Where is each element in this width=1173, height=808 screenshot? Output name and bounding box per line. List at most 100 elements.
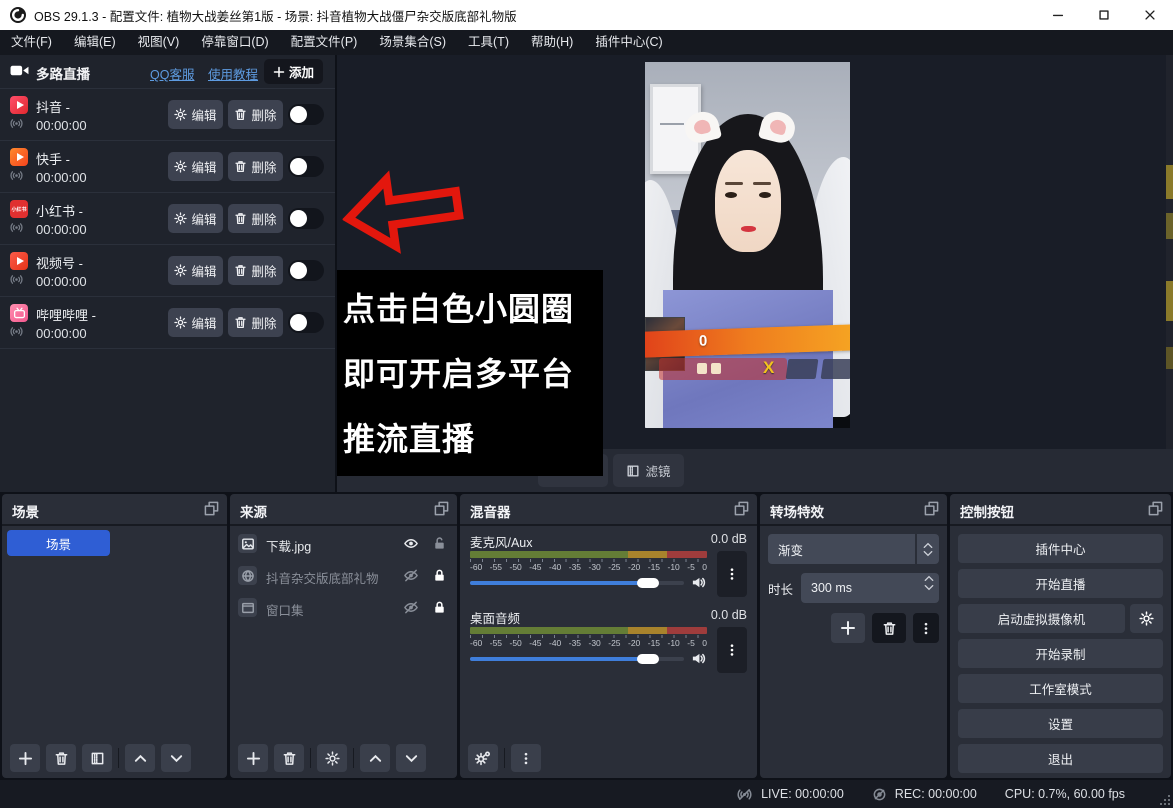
volume-slider[interactable] — [470, 581, 684, 585]
transition-select[interactable]: 渐变 — [768, 534, 915, 564]
mixer-menu-button[interactable] — [511, 744, 541, 772]
stream-toggle[interactable] — [288, 208, 324, 229]
settings-button[interactable]: 设置 — [958, 709, 1163, 738]
move-source-down-button[interactable] — [396, 744, 426, 772]
remove-transition-button[interactable] — [872, 613, 906, 643]
exit-button[interactable]: 退出 — [958, 744, 1163, 773]
popup-dock-icon[interactable] — [434, 501, 449, 516]
close-button[interactable] — [1127, 0, 1173, 30]
menu-edit[interactable]: 编辑(E) — [63, 30, 127, 55]
speaker-icon[interactable] — [690, 651, 707, 666]
popup-dock-icon[interactable] — [924, 501, 939, 516]
unlock-icon[interactable] — [432, 536, 447, 551]
chevron-up-icon[interactable] — [924, 575, 934, 582]
move-scene-up-button[interactable] — [125, 744, 155, 772]
volume-slider[interactable] — [470, 657, 684, 661]
remove-source-button[interactable] — [274, 744, 304, 772]
scene-item-selected[interactable]: 场景 — [7, 530, 110, 556]
lock-icon[interactable] — [432, 600, 447, 615]
visibility-eye-off-icon[interactable] — [403, 568, 419, 583]
add-source-button[interactable] — [238, 744, 268, 772]
popup-dock-icon[interactable] — [204, 501, 219, 516]
edit-button[interactable]: 编辑 — [168, 100, 223, 129]
menu-plugin-center[interactable]: 插件中心(C) — [584, 30, 673, 55]
source-row-window[interactable]: 窗口集 — [230, 594, 457, 622]
live-status: LIVE: 00:00:00 — [761, 787, 844, 801]
rec-inactive-icon — [872, 787, 887, 802]
channel-menu-button[interactable] — [717, 551, 747, 597]
minimize-button[interactable] — [1035, 0, 1081, 30]
move-scene-down-button[interactable] — [161, 744, 191, 772]
status-bar: LIVE: 00:00:00 REC: 00:00:00 CPU: 0.7%, … — [0, 780, 1173, 808]
edit-button[interactable]: 编辑 — [168, 308, 223, 337]
stream-toggle[interactable] — [288, 104, 324, 125]
plugin-center-button[interactable]: 插件中心 — [958, 534, 1163, 563]
edit-button[interactable]: 编辑 — [168, 204, 223, 233]
annotation-box: 点击白色小圆圈 即可开启多平台 推流直播 — [337, 270, 603, 476]
edit-button[interactable]: 编辑 — [168, 152, 223, 181]
delete-button[interactable]: 删除 — [228, 100, 283, 129]
remove-scene-button[interactable] — [46, 744, 76, 772]
stream-toggle[interactable] — [288, 260, 324, 281]
start-recording-button[interactable]: 开始录制 — [958, 639, 1163, 668]
platform-name: 视频号 - — [36, 253, 83, 272]
plus-icon — [246, 751, 261, 766]
menu-help[interactable]: 帮助(H) — [520, 30, 584, 55]
add-transition-button[interactable] — [831, 613, 865, 643]
start-streaming-button[interactable]: 开始直播 — [958, 569, 1163, 598]
lock-icon[interactable] — [432, 568, 447, 583]
popup-dock-icon[interactable] — [1148, 501, 1163, 516]
trash-icon — [234, 160, 247, 173]
meter-scale: -60-55-50-45-40-35-30-25-20-15-10-50 — [470, 638, 707, 648]
toggle-knob — [290, 158, 307, 175]
add-platform-button[interactable]: 添加 — [264, 59, 323, 84]
speaker-icon[interactable] — [690, 575, 707, 590]
source-row-browser[interactable]: 抖音杂交版底部礼物 — [230, 562, 457, 590]
delete-button[interactable]: 删除 — [228, 152, 283, 181]
dots-vertical-icon — [519, 751, 533, 766]
duration-input[interactable]: 300 ms — [801, 573, 939, 603]
maximize-button[interactable] — [1081, 0, 1127, 30]
slider-handle[interactable] — [637, 578, 659, 588]
start-virtual-camera-button[interactable]: 启动虚拟摄像机 — [958, 604, 1125, 633]
move-source-up-button[interactable] — [360, 744, 390, 772]
transition-menu-button[interactable] — [913, 613, 939, 643]
source-name: 窗口集 — [266, 600, 304, 619]
tutorial-link[interactable]: 使用教程 — [208, 64, 258, 83]
visibility-eye-off-icon[interactable] — [403, 600, 419, 615]
edit-button[interactable]: 编辑 — [168, 256, 223, 285]
trash-icon — [234, 264, 247, 277]
menu-tools[interactable]: 工具(T) — [457, 30, 520, 55]
toggle-knob — [290, 106, 307, 123]
filters-button[interactable]: 滤镜 — [613, 454, 684, 487]
preview-area[interactable]: 0 X 滤镜 — [337, 55, 1173, 492]
add-scene-button[interactable] — [10, 744, 40, 772]
platform-name: 小红书 - — [36, 201, 83, 220]
slider-handle[interactable] — [637, 654, 659, 664]
delete-button[interactable]: 删除 — [228, 308, 283, 337]
visibility-eye-icon[interactable] — [403, 536, 419, 551]
virtual-camera-config-button[interactable] — [1130, 604, 1163, 633]
popup-dock-icon[interactable] — [734, 501, 749, 516]
delete-button[interactable]: 删除 — [228, 204, 283, 233]
scene-filters-button[interactable] — [82, 744, 112, 772]
transition-select-arrows[interactable] — [917, 534, 939, 564]
stream-toggle[interactable] — [288, 312, 324, 333]
resize-grip[interactable] — [1160, 795, 1170, 805]
delete-button[interactable]: 删除 — [228, 256, 283, 285]
menu-profile[interactable]: 配置文件(P) — [280, 30, 369, 55]
stream-row-xiaohongshu: 小红书 小红书 - 00:00:00 编辑 删除 — [0, 193, 335, 245]
channel-menu-button[interactable] — [717, 627, 747, 673]
menu-view[interactable]: 视图(V) — [127, 30, 191, 55]
stream-toggle[interactable] — [288, 156, 324, 177]
source-properties-button[interactable] — [317, 744, 347, 772]
menu-file[interactable]: 文件(F) — [0, 30, 63, 55]
browser-source-icon — [238, 566, 257, 585]
qq-support-link[interactable]: QQ客服 — [150, 64, 194, 83]
chevron-down-icon[interactable] — [924, 584, 934, 591]
source-row-image[interactable]: 下载.jpg — [230, 530, 457, 558]
studio-mode-button[interactable]: 工作室模式 — [958, 674, 1163, 703]
menu-docks[interactable]: 停靠窗口(D) — [190, 30, 279, 55]
menu-scene-collection[interactable]: 场景集合(S) — [368, 30, 457, 55]
mixer-advanced-button[interactable] — [468, 744, 498, 772]
